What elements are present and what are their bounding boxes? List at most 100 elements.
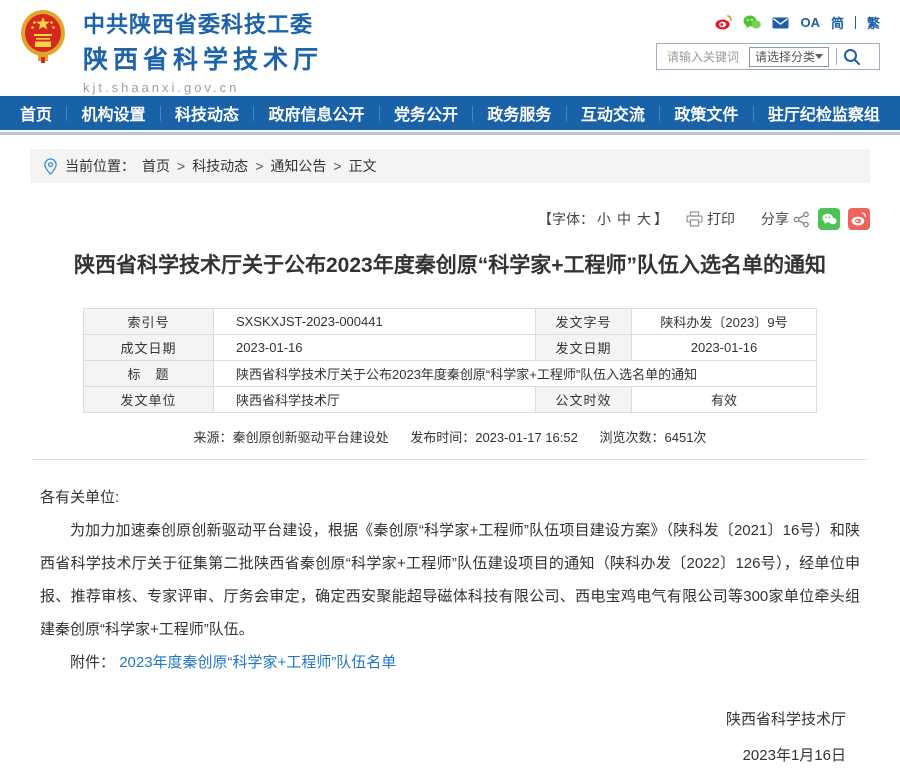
- mail-icon[interactable]: [772, 17, 789, 29]
- breadcrumb-separator: >: [177, 158, 185, 174]
- lang-simplified[interactable]: 简: [831, 13, 844, 32]
- search-divider: [836, 48, 837, 65]
- nav-separator: [472, 106, 473, 121]
- meta-label: 索引号: [84, 309, 214, 335]
- breadcrumb-current: 正文: [349, 156, 377, 176]
- publish-time: 发布时间：2023-01-17 16:52: [410, 430, 578, 445]
- font-size-suffix: 】: [654, 209, 668, 229]
- attachment-line: 附件： 2023年度秦创原“科学家+工程师”队伍名单: [40, 646, 860, 679]
- nav-separator: [253, 106, 254, 121]
- meta-label: 公文时效: [536, 387, 632, 413]
- quick-links: OA 简 繁: [656, 13, 880, 32]
- content-divider: [32, 459, 868, 460]
- meta-label: 发文日期: [536, 335, 632, 361]
- share-icon[interactable]: [793, 211, 810, 228]
- meta-row-dates: 成文日期 2023-01-16 发文日期 2023-01-16: [84, 335, 817, 361]
- nav-item-organization[interactable]: 机构设置: [81, 101, 145, 125]
- breadcrumb-separator: >: [333, 158, 341, 174]
- nav-separator: [66, 106, 67, 121]
- meta-value-written-date: 2023-01-16: [214, 335, 536, 361]
- source-info: 来源：秦创原创新驱动平台建设处: [194, 430, 389, 445]
- attachment-link[interactable]: 2023年度秦创原“科学家+工程师”队伍名单: [119, 654, 396, 671]
- search-category-value: 请选择分类: [755, 48, 815, 65]
- oa-link[interactable]: OA: [800, 15, 820, 30]
- lang-separator: [855, 16, 856, 29]
- nav-separator: [160, 106, 161, 121]
- print-button[interactable]: 打印: [707, 209, 735, 229]
- site-domain: kjt.shaanxi.gov.cn: [83, 80, 323, 95]
- document-meta-table: 索引号 SXSKXJST-2023-000441 发文字号 陕科办发〔2023〕…: [83, 308, 817, 413]
- breadcrumb: 当前位置： 首页 > 科技动态 > 通知公告 > 正文: [30, 149, 870, 183]
- nav-bottom-strip: [0, 132, 900, 135]
- nav-item-home[interactable]: 首页: [20, 101, 52, 125]
- main-nav: 首页 机构设置 科技动态 政府信息公开 党务公开 政务服务 互动交流 政策文件 …: [0, 96, 900, 130]
- article-tools: 【字体： 小 中 大 】 打印 分享: [30, 208, 870, 230]
- breadcrumb-sci-tech-news[interactable]: 科技动态: [192, 156, 248, 176]
- nav-separator: [753, 106, 754, 121]
- meta-label: 标 题: [84, 361, 214, 387]
- body-paragraph: 为加力加速秦创原创新驱动平台建设，根据《秦创原“科学家+工程师”队伍项目建设方案…: [40, 514, 860, 646]
- nav-separator: [379, 106, 380, 121]
- meta-label: 发文单位: [84, 387, 214, 413]
- meta-value-validity: 有效: [632, 387, 817, 413]
- share-weibo-button[interactable]: [848, 208, 870, 230]
- meta-value-issuing-unit: 陕西省科学技术厅: [214, 387, 536, 413]
- lang-traditional[interactable]: 繁: [867, 13, 880, 32]
- view-count: 浏览次数：6451次: [600, 430, 707, 445]
- font-size-large[interactable]: 大: [637, 209, 651, 229]
- search-bar: 请选择分类: [656, 43, 880, 70]
- org-name-line2: 陕西省科学技术厅: [83, 40, 323, 76]
- source-row: 来源：秦创原创新驱动平台建设处 发布时间：2023-01-17 16:52 浏览…: [0, 427, 900, 446]
- search-button[interactable]: [843, 48, 861, 66]
- print-icon[interactable]: [686, 211, 703, 227]
- nav-item-party-affairs[interactable]: 党务公开: [394, 101, 458, 125]
- brand-text: 中共陕西省委科技工委 陕西省科学技术厅 kjt.shaanxi.gov.cn: [83, 7, 323, 95]
- meta-row-title: 标 题 陕西省科学技术厅关于公布2023年度秦创原“科学家+工程师”队伍入选名单…: [84, 361, 817, 387]
- meta-value-issue-date: 2023-01-16: [632, 335, 817, 361]
- font-size-medium[interactable]: 中: [617, 209, 631, 229]
- nav-item-interaction[interactable]: 互动交流: [581, 101, 645, 125]
- search-category-select[interactable]: 请选择分类: [749, 47, 829, 67]
- meta-label: 成文日期: [84, 335, 214, 361]
- attachment-label: 附件：: [70, 654, 115, 671]
- article-body: 各有关单位: 为加力加速秦创原创新驱动平台建设，根据《秦创原“科学家+工程师”队…: [40, 481, 860, 679]
- nav-item-gov-services[interactable]: 政务服务: [487, 101, 551, 125]
- header-right: OA 简 繁 请选择分类: [656, 13, 880, 70]
- site-brand: 中共陕西省委科技工委 陕西省科学技术厅 kjt.shaanxi.gov.cn: [20, 7, 323, 95]
- signature-block: 陕西省科学技术厅 2023年1月16日: [0, 702, 846, 774]
- nav-item-policy-docs[interactable]: 政策文件: [674, 101, 738, 125]
- article-title: 陕西省科学技术厅关于公布2023年度秦创原“科学家+工程师”队伍入选名单的通知: [40, 251, 860, 281]
- weibo-icon[interactable]: [715, 15, 732, 30]
- meta-value-doc-number: 陕科办发〔2023〕9号: [632, 309, 817, 335]
- share-label[interactable]: 分享: [761, 209, 789, 229]
- nav-item-sci-tech-news[interactable]: 科技动态: [175, 101, 239, 125]
- breadcrumb-notices[interactable]: 通知公告: [270, 156, 326, 176]
- meta-row-issuer: 发文单位 陕西省科学技术厅 公文时效 有效: [84, 387, 817, 413]
- font-size-prefix: 【字体：: [538, 209, 594, 229]
- font-size-small[interactable]: 小: [597, 209, 611, 229]
- signature-date: 2023年1月16日: [0, 738, 846, 774]
- salutation: 各有关单位:: [40, 481, 860, 514]
- breadcrumb-prefix: 当前位置：: [65, 156, 135, 176]
- wechat-icon[interactable]: [743, 15, 761, 30]
- search-input[interactable]: [665, 49, 749, 65]
- breadcrumb-separator: >: [255, 158, 263, 174]
- meta-value-title: 陕西省科学技术厅关于公布2023年度秦创原“科学家+工程师”队伍入选名单的通知: [214, 361, 817, 387]
- signature-org: 陕西省科学技术厅: [0, 702, 846, 738]
- chevron-down-icon: [815, 54, 823, 59]
- meta-row-index: 索引号 SXSKXJST-2023-000441 发文字号 陕科办发〔2023〕…: [84, 309, 817, 335]
- org-name-line1: 中共陕西省委科技工委: [83, 7, 323, 39]
- weibo-icon: [851, 212, 867, 226]
- share-wechat-button[interactable]: [818, 208, 840, 230]
- site-header: 中共陕西省委科技工委 陕西省科学技术厅 kjt.shaanxi.gov.cn: [0, 0, 900, 96]
- national-emblem-icon: [20, 9, 66, 63]
- nav-item-gov-info[interactable]: 政府信息公开: [268, 101, 364, 125]
- nav-separator: [566, 106, 567, 121]
- meta-value-index-number: SXSKXJST-2023-000441: [214, 309, 536, 335]
- meta-label: 发文字号: [536, 309, 632, 335]
- location-pin-icon: [43, 158, 58, 175]
- breadcrumb-home[interactable]: 首页: [142, 156, 170, 176]
- wechat-icon: [822, 213, 837, 226]
- search-icon: [843, 48, 861, 66]
- nav-item-discipline-inspection[interactable]: 驻厅纪检监察组: [768, 101, 880, 125]
